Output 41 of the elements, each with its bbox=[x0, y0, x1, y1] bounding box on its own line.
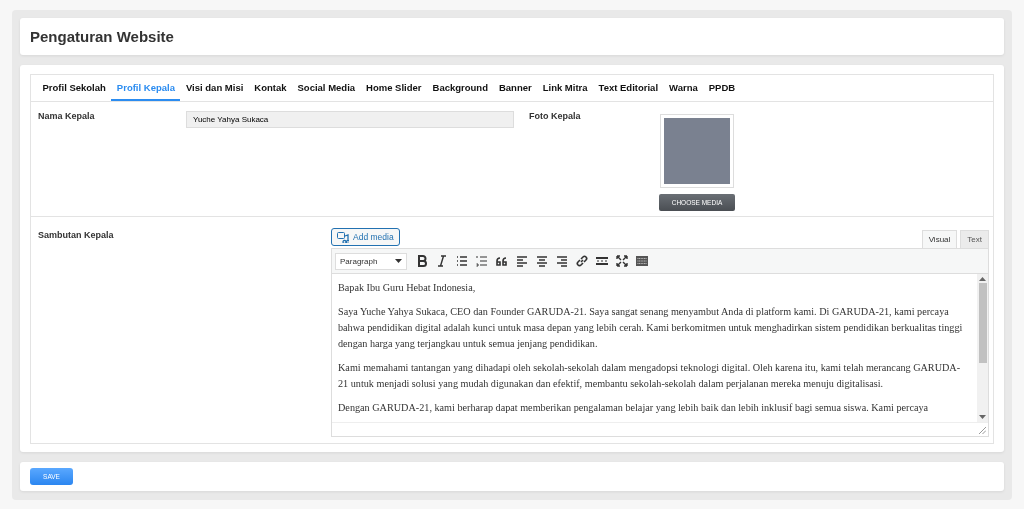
editor-mode-tab[interactable]: Visual bbox=[921, 230, 958, 248]
link-icon bbox=[574, 254, 589, 268]
settings-tab[interactable]: Home Slider bbox=[360, 75, 427, 101]
editor-paragraph: Bapak Ibu Guru Hebat Indonesia, bbox=[338, 281, 477, 295]
settings-tab[interactable]: PPDB bbox=[703, 75, 741, 101]
settings-tab[interactable]: Text Editorial bbox=[593, 75, 664, 101]
settings-tab[interactable]: Visi dan Misi bbox=[180, 75, 249, 101]
read-more-icon bbox=[594, 254, 609, 268]
editor-paragraph: Kami memahami tantangan yang dihadapi oleh sekolah-sekolah dalam mengadopsi teknologi digital. Oleh karena itu, kami telah merancang GARUDA-21 untuk menjadi solusi yang mudah digunakan dan efektif, membantu sekolah-sekolah dalam perjalanan mereka menuju digitalisasi. bbox=[338, 361, 962, 391]
settings-tab[interactable]: Background bbox=[427, 75, 494, 101]
scrollbar-thumb[interactable] bbox=[978, 283, 987, 363]
caret-icon bbox=[395, 259, 402, 263]
format-dropdown[interactable]: Paragraph bbox=[335, 252, 407, 270]
quote-icon bbox=[494, 254, 509, 268]
media-icon bbox=[337, 231, 349, 243]
editor-mode-tab[interactable]: Text bbox=[960, 230, 989, 248]
field-label: Foto Kepala bbox=[529, 111, 582, 123]
align-left-icon bbox=[514, 254, 529, 268]
editor-paragraph: Dengan GARUDA-21, kami berharap dapat memberikan pengalaman belajar yang lebih baik dan lebih inklusif bagi semua siswa. Kami percaya bbox=[338, 401, 930, 415]
settings-tab[interactable]: Social Media bbox=[292, 75, 361, 101]
align-right-icon bbox=[554, 254, 569, 268]
bullet-list-icon bbox=[454, 254, 469, 268]
field-label: Nama Kepala bbox=[38, 111, 96, 123]
field-label: Sambutan Kepala bbox=[38, 230, 115, 242]
editor-paragraph: Saya Yuche Yahya Sukaca, CEO dan Founder GARUDA-21. Saya sangat senang menyambut Anda di platform kami. Di GARUDA-21, kami percaya bahwa pendidikan digital adalah kunci untuk masa depan yang lebih cerah. Kami berkomitmen untuk menghadirkan sistem pendidikan berkualitas tinggi dengan harga yang terjangkau untuk semua jenjang pendidikan. bbox=[338, 305, 964, 351]
numbered-list-icon bbox=[474, 254, 489, 268]
settings-tab[interactable]: Banner bbox=[493, 75, 538, 101]
settings-tab[interactable]: Link Mitra bbox=[537, 75, 594, 101]
settings-tab[interactable]: Warna bbox=[663, 75, 704, 101]
name-input-field[interactable]: Yuche Yahya Sukaca bbox=[186, 111, 514, 128]
settings-tab[interactable]: Profil Kepala bbox=[111, 75, 181, 101]
toolbar-toggle-icon bbox=[634, 254, 649, 268]
add-media-button[interactable]: Add media bbox=[331, 228, 400, 246]
page-title: Pengaturan Website bbox=[30, 28, 174, 45]
resize-handle-icon[interactable] bbox=[979, 427, 986, 434]
align-center-icon bbox=[534, 254, 549, 268]
scroll-up-icon bbox=[979, 277, 986, 281]
scroll-down-icon bbox=[979, 415, 986, 419]
settings-tab[interactable]: Kontak bbox=[248, 75, 292, 101]
fullscreen-icon bbox=[614, 254, 629, 268]
settings-tab[interactable]: Profil Sekolah bbox=[37, 75, 112, 101]
